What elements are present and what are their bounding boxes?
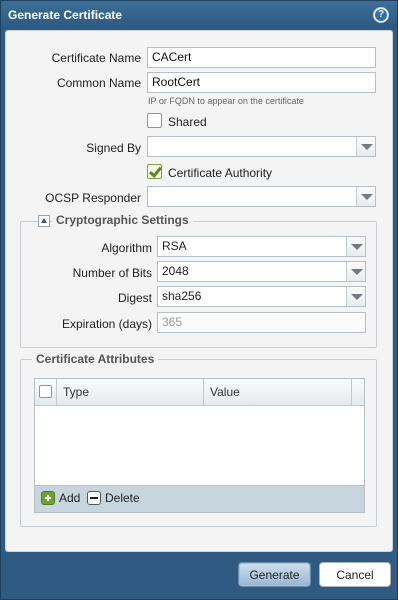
digest-select[interactable]: sha256 xyxy=(157,286,366,307)
number-of-bits-select[interactable]: 2048 xyxy=(157,261,366,282)
select-all-column xyxy=(35,379,57,405)
certificate-authority-checkbox[interactable] xyxy=(147,164,162,179)
number-of-bits-value: 2048 xyxy=(162,264,189,278)
dialog-content: Certificate Name CACert Common Name Root… xyxy=(5,30,393,552)
chevron-down-icon[interactable] xyxy=(356,137,375,156)
help-icon[interactable]: ? xyxy=(373,7,389,23)
plus-icon xyxy=(41,491,55,505)
shared-checkbox[interactable] xyxy=(147,113,162,128)
minus-icon xyxy=(87,491,101,505)
dialog-titlebar[interactable]: Generate Certificate ? xyxy=(1,1,397,29)
digest-value: sha256 xyxy=(162,289,202,303)
ocsp-responder-label: OCSP Responder xyxy=(45,191,141,205)
chevron-down-icon[interactable] xyxy=(346,237,365,256)
chevron-down-icon[interactable] xyxy=(356,187,375,206)
certificate-authority-label: Certificate Authority xyxy=(168,166,273,180)
collapse-icon[interactable] xyxy=(38,215,50,227)
digest-label: Digest xyxy=(117,291,152,305)
common-name-input[interactable]: RootCert xyxy=(147,72,376,93)
delete-label: Delete xyxy=(105,491,140,505)
dialog-title: Generate Certificate xyxy=(8,8,123,22)
attributes-table: Type Value Add Delete xyxy=(34,378,365,513)
chevron-down-icon[interactable] xyxy=(346,262,365,281)
certificate-name-label: Certificate Name xyxy=(51,51,141,65)
common-name-hint: IP or FQDN to appear on the certificate xyxy=(148,96,304,106)
algorithm-select[interactable]: RSA xyxy=(157,236,366,257)
algorithm-label: Algorithm xyxy=(101,241,152,255)
chevron-down-icon[interactable] xyxy=(346,287,365,306)
attributes-toolbar: Add Delete xyxy=(35,485,364,512)
attributes-table-header: Type Value xyxy=(35,379,364,406)
ocsp-responder-select[interactable] xyxy=(147,186,376,207)
signed-by-label: Signed By xyxy=(86,141,141,155)
column-type[interactable]: Type xyxy=(57,379,204,405)
select-all-checkbox[interactable] xyxy=(39,385,52,398)
expiration-label: Expiration (days) xyxy=(61,317,152,331)
delete-button[interactable]: Delete xyxy=(87,491,140,505)
expiration-input[interactable]: 365 xyxy=(157,312,366,333)
shared-label: Shared xyxy=(168,115,207,129)
signed-by-select[interactable] xyxy=(147,136,376,157)
generate-certificate-dialog: Generate Certificate ? Certificate Name … xyxy=(0,0,398,600)
number-of-bits-label: Number of Bits xyxy=(72,266,152,280)
common-name-label: Common Name xyxy=(56,76,141,90)
certificate-attributes-legend: Certificate Attributes xyxy=(32,352,159,366)
cancel-button[interactable]: Cancel xyxy=(319,562,391,587)
certificate-name-input[interactable]: CACert xyxy=(147,47,376,68)
algorithm-value: RSA xyxy=(162,239,187,253)
column-value[interactable]: Value xyxy=(204,379,352,405)
add-label: Add xyxy=(59,491,81,505)
generate-button[interactable]: Generate xyxy=(238,562,311,587)
cryptographic-settings-legend: Cryptographic Settings xyxy=(52,213,193,227)
add-button[interactable]: Add xyxy=(41,491,80,505)
